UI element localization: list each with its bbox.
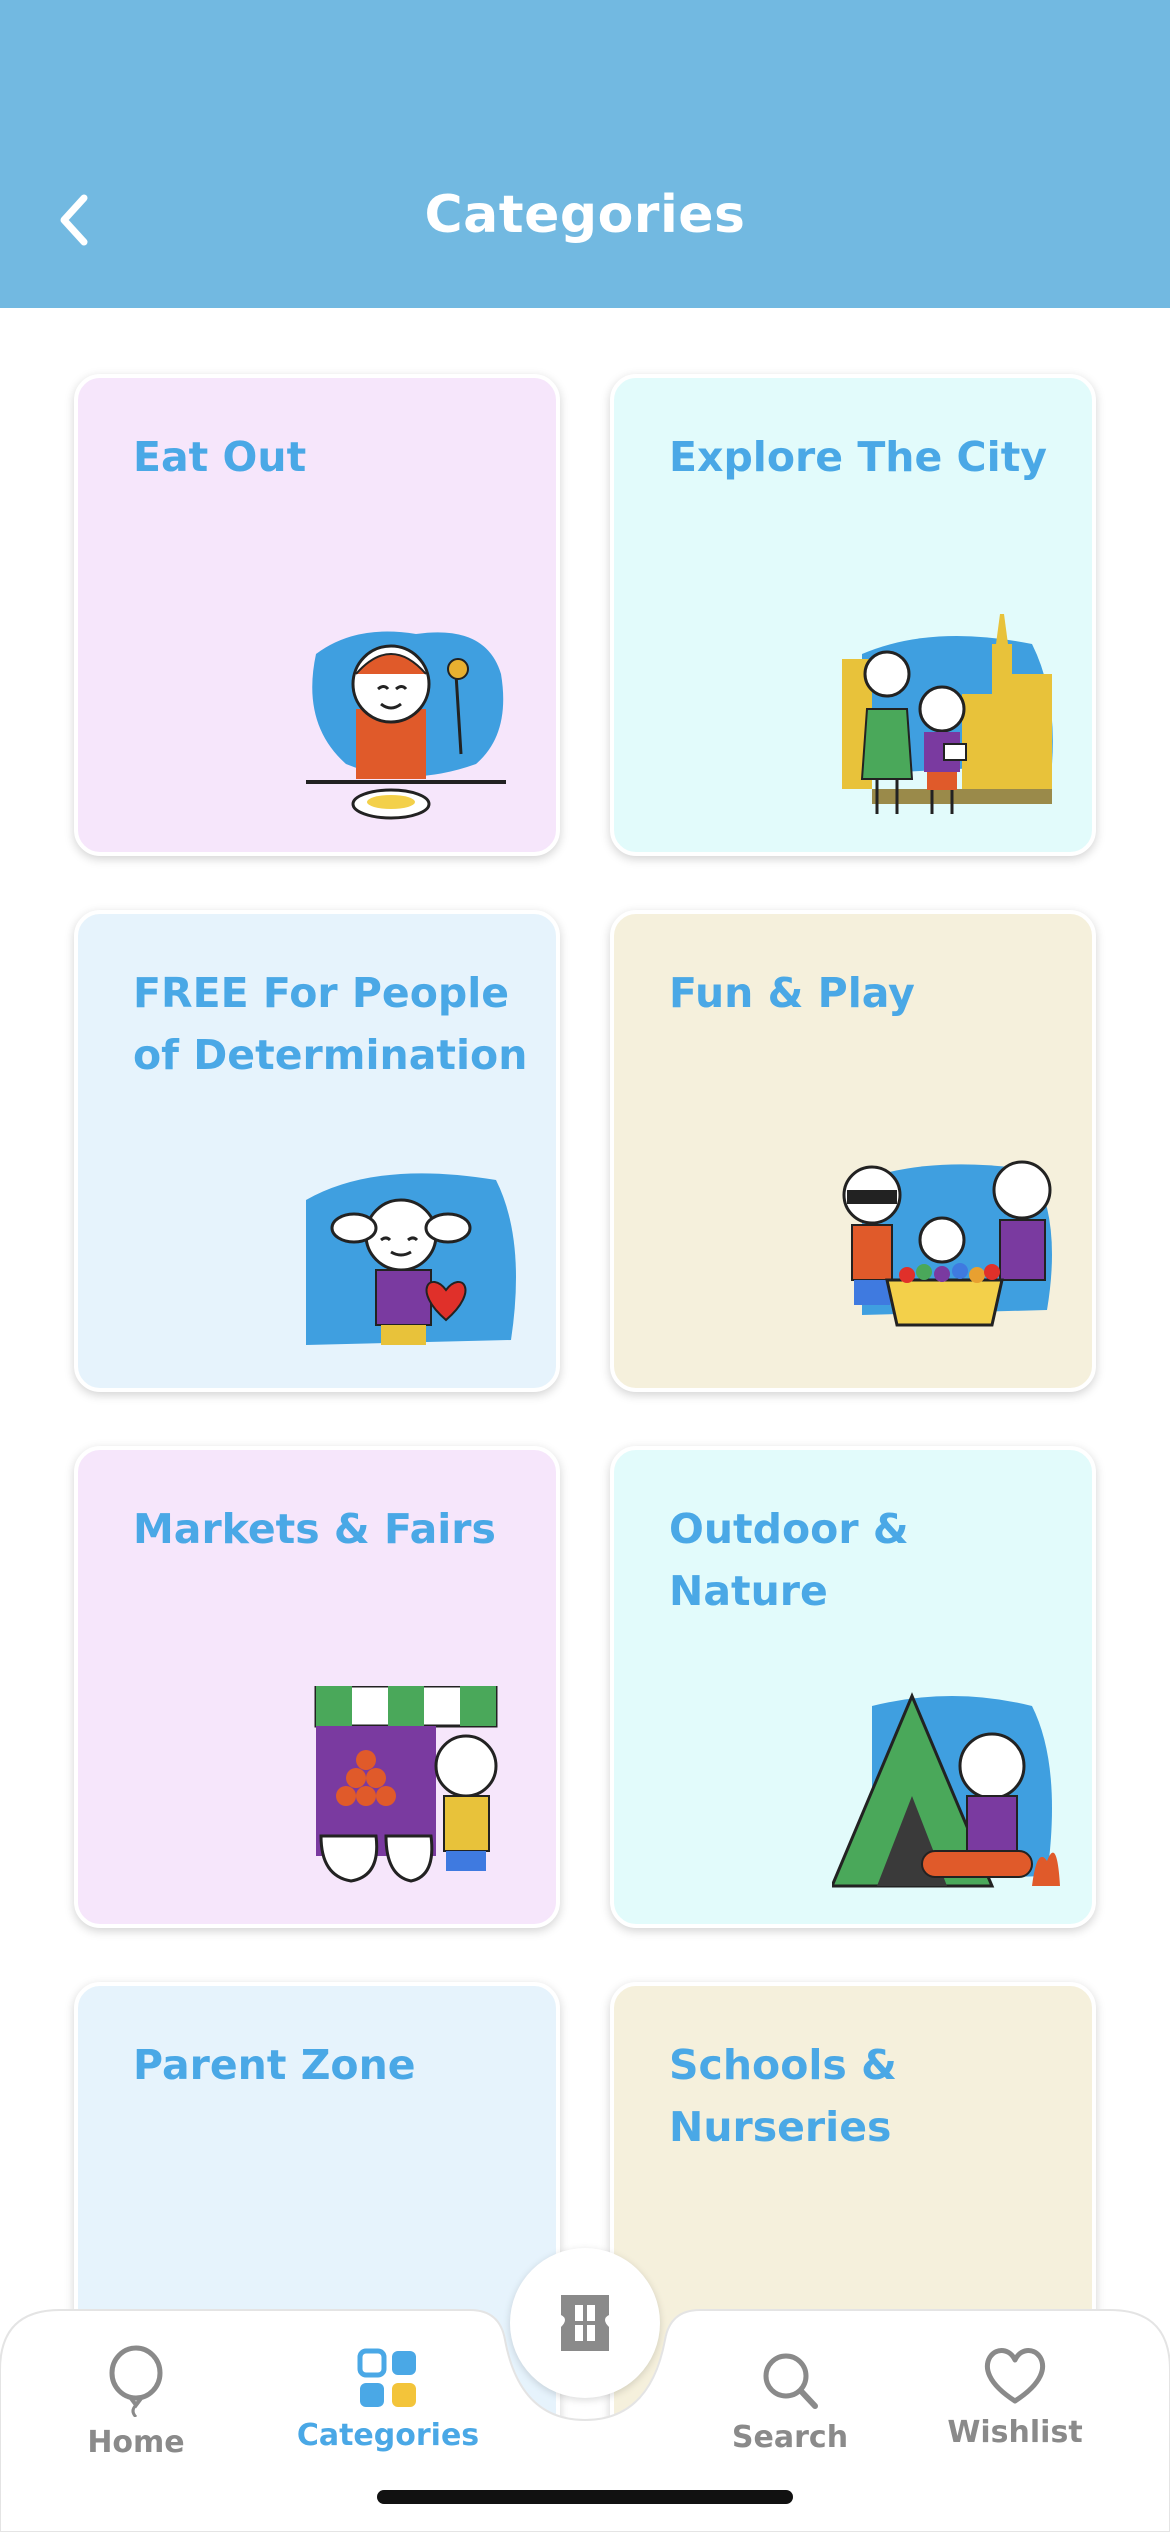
category-title: Eat Out	[133, 433, 307, 481]
nav-search-label: Search	[731, 2420, 849, 2455]
category-title: Explore The City	[669, 433, 1048, 481]
nav-wishlist[interactable]: Wishlist	[915, 2345, 1115, 2485]
ticket-center-button[interactable]	[510, 2248, 660, 2398]
search-icon	[763, 2353, 818, 2409]
nav-wishlist-label: Wishlist	[947, 2415, 1083, 2450]
app-header: Categories	[0, 0, 1170, 308]
category-title: Fun & Play	[669, 969, 915, 1017]
category-title: Parent Zone	[133, 2041, 416, 2089]
category-card-people-of-determination[interactable]: FREE For People of Determination	[74, 910, 560, 1392]
nav-categories-label: Categories	[296, 2418, 480, 2453]
category-card-outdoor-and-nature[interactable]: Outdoor & Nature	[610, 1446, 1096, 1928]
nav-categories[interactable]: Categories	[288, 2348, 488, 2488]
city-explorer-illustration	[842, 614, 1053, 814]
category-title: Schools & Nurseries	[669, 2041, 897, 2151]
home-balloon-icon	[109, 2345, 163, 2417]
nav-home-label: Home	[87, 2425, 185, 2460]
grid-categories-icon	[357, 2348, 416, 2407]
category-card-markets-and-fairs[interactable]: Markets & Fairs	[74, 1446, 560, 1928]
ticket-icon	[561, 2295, 609, 2351]
page-title: Categories	[424, 185, 746, 245]
market-stall-illustration	[314, 1686, 498, 1883]
home-indicator	[377, 2490, 793, 2504]
category-title: Outdoor & Nature	[669, 1505, 909, 1615]
category-card-explore-the-city[interactable]: Explore The City	[610, 374, 1096, 856]
category-title: FREE For People of Determination	[133, 969, 528, 1079]
nav-search[interactable]: Search	[690, 2350, 890, 2490]
camping-tent-illustration	[832, 1692, 1060, 1888]
heart-icon	[984, 2348, 1046, 2404]
ball-pit-illustration	[842, 1160, 1052, 1327]
eating-child-illustration	[306, 631, 506, 820]
category-title: Markets & Fairs	[133, 1505, 496, 1553]
nav-home[interactable]: Home	[36, 2345, 236, 2485]
girl-with-heart-illustration	[306, 1173, 516, 1345]
category-card-eat-out[interactable]: Eat Out	[74, 374, 560, 856]
category-card-fun-and-play[interactable]: Fun & Play	[610, 910, 1096, 1392]
